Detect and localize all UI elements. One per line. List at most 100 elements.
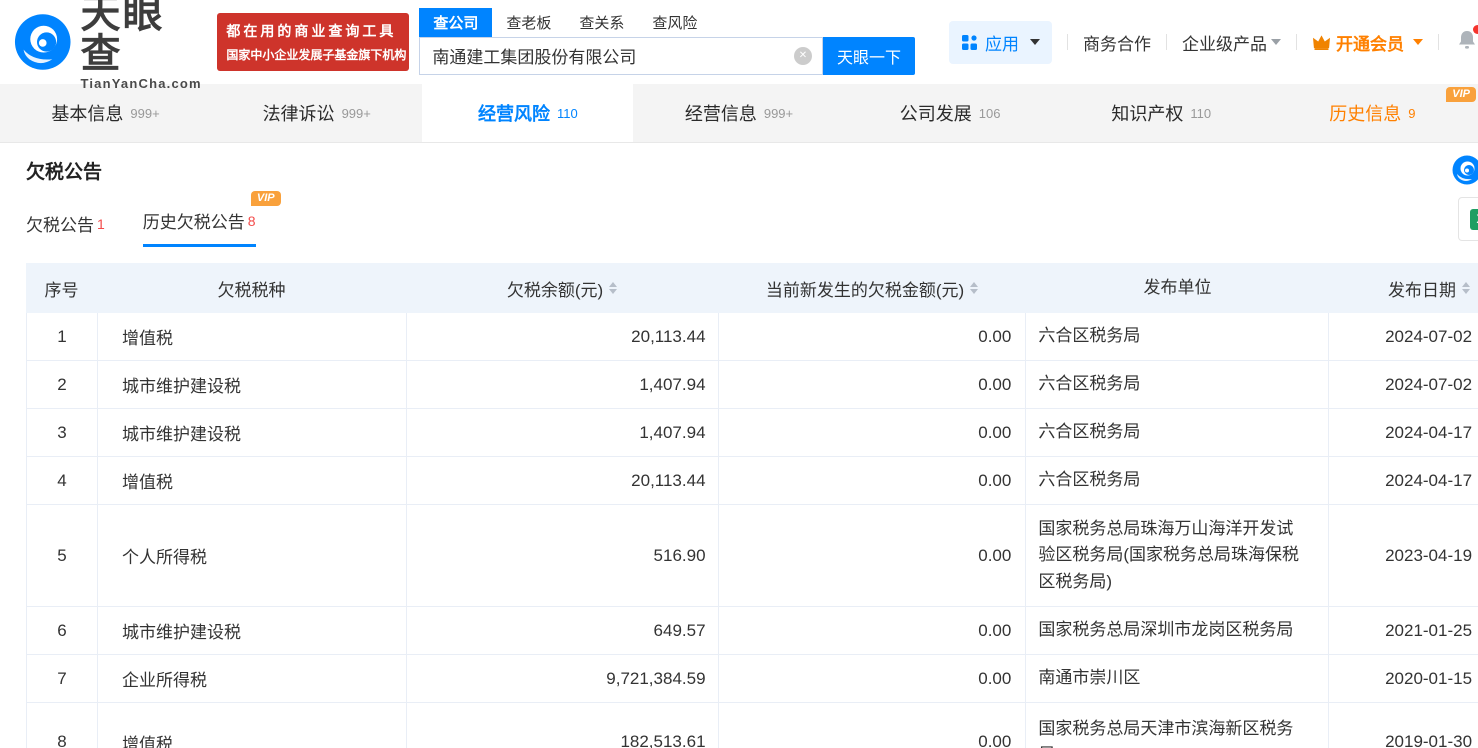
cell-date: 2024-07-02 <box>1329 313 1478 360</box>
cell-tax-type: 企业所得税 <box>98 655 407 702</box>
cell-tax-type: 增值税 <box>98 457 407 504</box>
subtab-tax-arrears[interactable]: 欠税公告1 <box>26 211 105 247</box>
search-area: 查公司 查老板 查关系 查风险 ✕ 天眼一下 <box>419 10 915 75</box>
main-content: 欠税公告 欠税公告1 历史欠税公告8 VIP X 序号 欠税税种 欠税余 <box>0 143 1478 748</box>
tianyancha-float-icon <box>1452 155 1478 185</box>
nav-tab-company-development[interactable]: 公司发展 106 <box>845 84 1056 142</box>
apps-menu[interactable]: 应用 <box>949 21 1052 64</box>
top-menu: 应用 商务合作 企业级产品 开通会员 <box>949 21 1478 64</box>
cell-issuer: 国家税务总局深圳市龙岗区税务局 <box>1026 607 1329 654</box>
col-header-issuer: 发布单位 <box>1026 263 1329 313</box>
nav-tab-operating-info[interactable]: 经营信息 999+ <box>633 84 844 142</box>
table-row: 7 企业所得税 9,721,384.59 0.00 南通市崇川区 2020-01… <box>26 655 1478 703</box>
open-vip-menu[interactable]: 开通会员 <box>1312 30 1423 55</box>
cell-issuer: 六合区税务局 <box>1026 409 1329 456</box>
nav-tab-count: 999+ <box>764 106 793 121</box>
subtab-label: 历史欠税公告 <box>143 213 245 232</box>
cell-no: 6 <box>27 607 98 654</box>
sort-icon[interactable] <box>1462 282 1470 294</box>
nav-tab-label: 经营风险 <box>478 100 550 126</box>
search-input[interactable] <box>420 46 794 66</box>
nav-tab-history-info[interactable]: 历史信息 9 VIP <box>1267 84 1478 142</box>
cell-tax-type: 城市维护建设税 <box>98 409 407 456</box>
cell-new-amount: 0.00 <box>719 607 1027 654</box>
search-tabs: 查公司 查老板 查关系 查风险 <box>419 10 915 37</box>
tianyancha-logo[interactable]: 天眼查 TianYanCha.com <box>14 0 205 90</box>
cell-date: 2023-04-19 <box>1329 505 1478 606</box>
nav-tab-label: 经营信息 <box>685 100 757 126</box>
apps-label: 应用 <box>985 30 1019 55</box>
col-header-tax-type: 欠税税种 <box>97 263 406 313</box>
tax-arrears-table: 序号 欠税税种 欠税余额(元) 当前新发生的欠税金额(元) 发布单位 发布日期 <box>26 263 1478 748</box>
enterprise-product-menu[interactable]: 企业级产品 <box>1182 30 1281 55</box>
subtabs: 欠税公告1 历史欠税公告8 VIP X <box>26 208 1478 247</box>
sort-icon[interactable] <box>609 282 617 294</box>
search-box: ✕ <box>419 37 823 75</box>
nav-tab-count: 110 <box>1190 106 1211 121</box>
chevron-down-icon <box>1271 39 1281 45</box>
company-nav-tabs: 基本信息 999+ 法律诉讼 999+ 经营风险 110 经营信息 999+ 公… <box>0 84 1478 143</box>
clear-icon[interactable]: ✕ <box>794 47 812 65</box>
cell-new-amount: 0.00 <box>719 655 1027 702</box>
chevron-down-icon <box>1413 39 1423 45</box>
nav-tab-label: 基本信息 <box>51 100 123 126</box>
divider <box>1296 34 1297 50</box>
export-button[interactable]: X <box>1458 197 1478 241</box>
subtab-count: 1 <box>97 216 105 232</box>
subtab-label: 欠税公告 <box>26 216 94 235</box>
cell-new-amount: 0.00 <box>719 505 1027 606</box>
cell-balance: 182,513.61 <box>407 703 719 748</box>
search-tab-risk[interactable]: 查风险 <box>638 8 711 37</box>
cell-tax-type: 城市维护建设税 <box>98 361 407 408</box>
nav-tab-basic-info[interactable]: 基本信息 999+ <box>0 84 211 142</box>
crown-icon <box>1312 34 1331 51</box>
nav-tab-intellectual-property[interactable]: 知识产权 110 <box>1056 84 1267 142</box>
table-row: 5 个人所得税 516.90 0.00 国家税务总局珠海万山海洋开发试验区税务局… <box>26 505 1478 607</box>
search-tab-relation[interactable]: 查关系 <box>565 8 638 37</box>
banner-line2: 国家中小企业发展子基金旗下机构 <box>226 46 400 63</box>
subtab-count: 8 <box>248 213 256 229</box>
nav-tab-operating-risk[interactable]: 经营风险 110 <box>422 84 633 142</box>
cell-date: 2024-04-17 <box>1329 409 1478 456</box>
cell-no: 8 <box>27 703 98 748</box>
cell-tax-type: 个人所得税 <box>98 505 407 606</box>
sort-icon[interactable] <box>970 282 978 294</box>
cell-balance: 20,113.44 <box>407 313 719 360</box>
cell-balance: 20,113.44 <box>407 457 719 504</box>
search-tab-company[interactable]: 查公司 <box>419 8 492 37</box>
col-header-no: 序号 <box>26 263 97 313</box>
subtab-history-tax-arrears[interactable]: 历史欠税公告8 VIP <box>143 208 256 247</box>
cell-date: 2020-01-15 <box>1329 655 1478 702</box>
cell-tax-type: 城市维护建设税 <box>98 607 407 654</box>
cell-new-amount: 0.00 <box>719 409 1027 456</box>
cell-no: 7 <box>27 655 98 702</box>
banner-line1: 都在用的商业查询工具 <box>226 21 400 41</box>
cell-issuer: 国家税务总局天津市滨海新区税务局 <box>1026 703 1329 748</box>
apps-grid-icon <box>961 34 978 51</box>
cell-balance: 516.90 <box>407 505 719 606</box>
col-header-date[interactable]: 发布日期 <box>1329 263 1478 313</box>
cell-new-amount: 0.00 <box>719 361 1027 408</box>
table-row: 3 城市维护建设税 1,407.94 0.00 六合区税务局 2024-04-1… <box>26 409 1478 457</box>
cell-issuer: 国家税务总局珠海万山海洋开发试验区税务局(国家税务总局珠海保税区税务局) <box>1026 505 1329 606</box>
col-header-new-amount[interactable]: 当前新发生的欠税金额(元) <box>718 263 1026 313</box>
search-tab-boss[interactable]: 查老板 <box>492 8 565 37</box>
cell-no: 4 <box>27 457 98 504</box>
cell-no: 5 <box>27 505 98 606</box>
search-button[interactable]: 天眼一下 <box>823 37 915 75</box>
tianyancha-logo-icon <box>14 13 71 71</box>
business-coop-link[interactable]: 商务合作 <box>1083 30 1151 55</box>
nav-tab-label: 历史信息 <box>1329 100 1401 126</box>
col-header-balance[interactable]: 欠税余额(元) <box>406 263 718 313</box>
table-header-row: 序号 欠税税种 欠税余额(元) 当前新发生的欠税金额(元) 发布单位 发布日期 <box>26 263 1478 313</box>
cell-issuer: 六合区税务局 <box>1026 457 1329 504</box>
enterprise-product-label: 企业级产品 <box>1182 30 1267 55</box>
divider <box>1166 34 1167 50</box>
notification-bell[interactable] <box>1456 28 1478 56</box>
vip-badge: VIP <box>1446 87 1476 102</box>
section-title: 欠税公告 <box>26 143 1478 184</box>
nav-tab-legal[interactable]: 法律诉讼 999+ <box>211 84 422 142</box>
nav-tab-count: 106 <box>979 106 1001 121</box>
cell-issuer: 六合区税务局 <box>1026 313 1329 360</box>
cell-no: 3 <box>27 409 98 456</box>
